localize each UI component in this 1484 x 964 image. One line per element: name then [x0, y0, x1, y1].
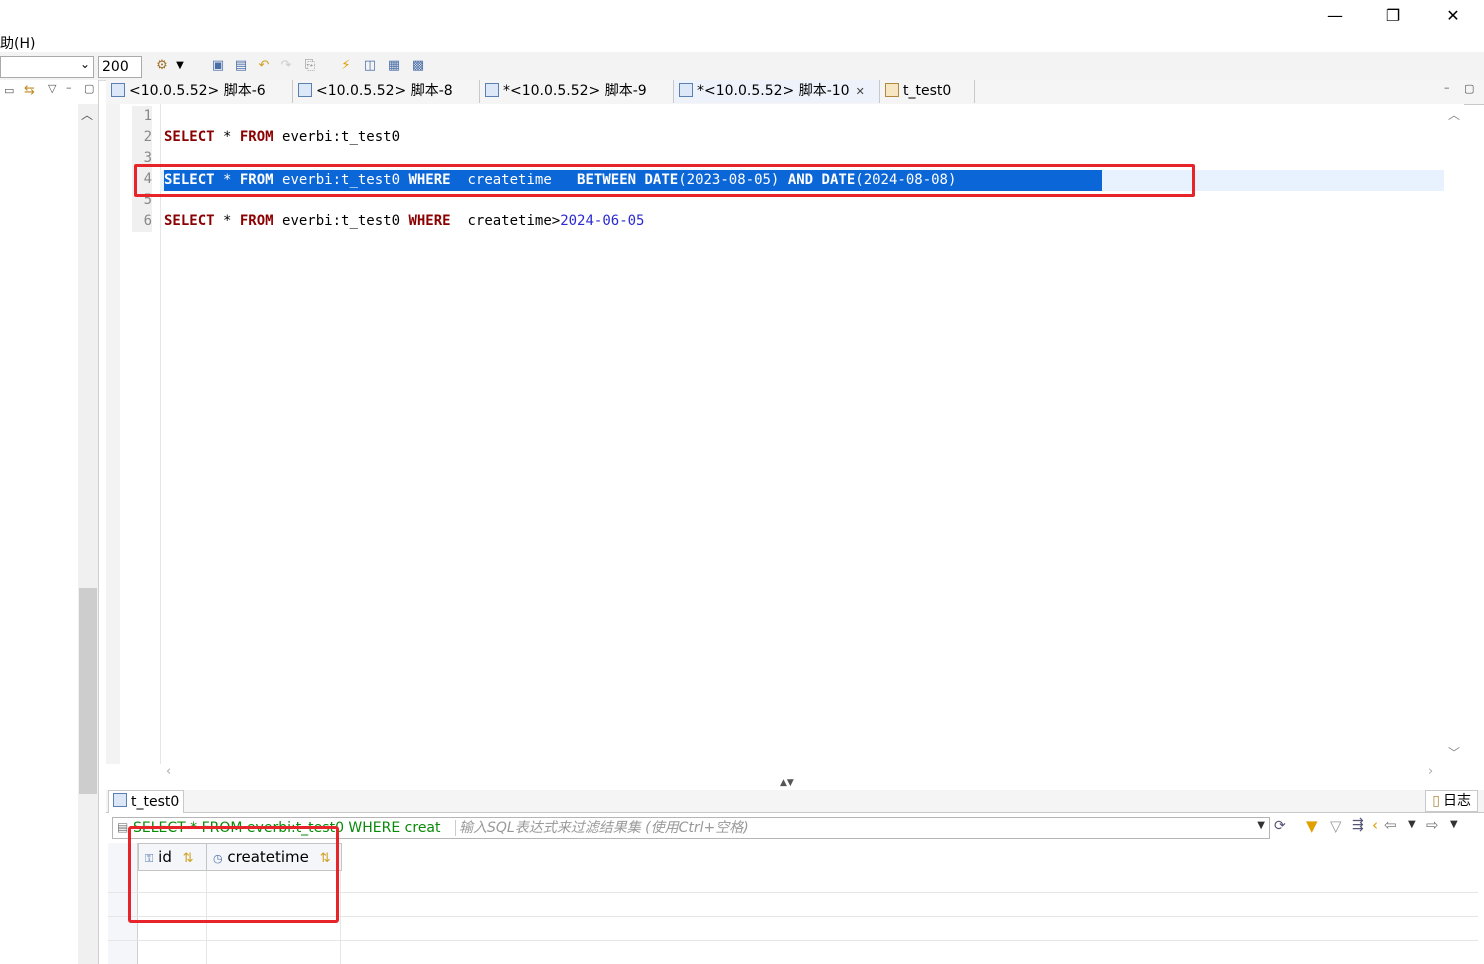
minimize-button[interactable]: —	[1306, 0, 1364, 30]
code-line-2[interactable]: SELECT * FROM everbi:t_test0	[164, 127, 400, 148]
chevron-down-icon[interactable]: ▼	[1408, 819, 1416, 830]
left-scrollbar[interactable]: ︿	[78, 104, 98, 964]
script-icon	[298, 83, 312, 97]
keyword: SELECT	[164, 213, 215, 229]
chevron-down-icon[interactable]: ▼	[172, 58, 188, 74]
close-button[interactable]: ✕	[1424, 0, 1482, 30]
document-icon: ▤	[117, 820, 129, 834]
scroll-up-icon[interactable]: ︿	[81, 106, 93, 123]
code-text: *	[214, 129, 240, 145]
link-icon[interactable]: ⇆	[24, 83, 35, 98]
tab-label: <10.0.5.52> 脚本-8	[316, 83, 453, 99]
collapse-icon[interactable]: ▭	[4, 84, 14, 97]
splitter-arrows-icon[interactable]: ▲▼	[780, 778, 794, 788]
restore-button[interactable]: ❐	[1364, 0, 1422, 30]
paste-icon[interactable]: ⎘	[302, 58, 318, 74]
tab-script-8[interactable]: <10.0.5.52> 脚本-8	[293, 80, 480, 103]
save-icon[interactable]: ▣	[210, 58, 226, 74]
filter-icon[interactable]: ▼	[1306, 817, 1318, 835]
log-icon: ▯	[1432, 793, 1440, 809]
keyword: SELECT	[164, 129, 215, 145]
menubar: 助(H)	[0, 30, 1484, 52]
connection-select[interactable]: ⌄	[0, 56, 94, 78]
code-text: everbi:t_test0	[273, 213, 409, 229]
table-icon	[885, 83, 899, 97]
line-number: 2	[132, 127, 152, 148]
tab-script-10[interactable]: *<10.0.5.52> 脚本-10 ✕	[674, 80, 880, 103]
close-tab-icon[interactable]: ✕	[856, 85, 865, 98]
log-button[interactable]: ▯ 日志	[1425, 790, 1478, 812]
chevron-down-icon: ⌄	[79, 57, 90, 71]
tab-label: *<10.0.5.52> 脚本-9	[503, 83, 647, 99]
grid-icon[interactable]: ▩	[410, 58, 426, 74]
row-limit-value: 200	[102, 59, 129, 75]
grid-col-line	[340, 869, 341, 964]
scroll-left-icon[interactable]: ‹	[166, 764, 171, 779]
chevron-down-icon[interactable]: ▼	[1450, 819, 1458, 830]
maximize-editor-icon[interactable]: ▢	[1464, 82, 1474, 95]
transform-icon[interactable]: ⇶	[1352, 817, 1364, 833]
scroll-right-icon[interactable]: ›	[1428, 764, 1433, 779]
tab-label: *<10.0.5.52> 脚本-10	[697, 83, 850, 99]
filter-placeholder: 输入SQL表达式来过滤结果集 (使用Ctrl+空格)	[459, 820, 749, 836]
editor-vertical-scrollbar[interactable]: ︿ ﹀	[1444, 104, 1464, 764]
code-text: createtime>	[450, 213, 561, 229]
arrow-left-icon[interactable]: ⇦	[1384, 816, 1397, 834]
execute-icon[interactable]: ⚡	[338, 58, 354, 74]
tab-t-test0[interactable]: t_test0	[880, 80, 975, 103]
line-number: 1	[132, 106, 152, 127]
scroll-down-icon[interactable]: ﹀	[1448, 744, 1460, 761]
tab-label: t_test0	[903, 83, 952, 99]
code-text: *	[214, 213, 240, 229]
minimize-editor-icon[interactable]: –	[1444, 81, 1450, 94]
script-icon	[485, 83, 499, 97]
scroll-up-icon[interactable]: ︿	[1448, 106, 1460, 123]
arrow-right-icon[interactable]: ⇨	[1426, 816, 1439, 834]
code-text: everbi:t_test0	[273, 129, 401, 145]
results-tab-label: t_test0	[131, 794, 180, 810]
line-number: 6	[132, 211, 152, 232]
refresh-icon[interactable]: ⟳	[1274, 818, 1286, 834]
menu-help[interactable]: 助(H)	[0, 33, 35, 53]
script-icon	[679, 83, 693, 97]
tab-script-6[interactable]: <10.0.5.52> 脚本-6	[106, 80, 293, 103]
minimize-view-icon[interactable]: –	[66, 81, 72, 94]
panel-splitter[interactable]: ▲▼	[106, 778, 1484, 790]
view-menu-icon[interactable]: ▽	[48, 82, 56, 95]
explain-icon[interactable]: ◫	[362, 58, 378, 74]
number-literal: 2024-06-05	[560, 213, 645, 229]
commit-icon[interactable]: ↶	[256, 58, 272, 74]
chevron-down-icon[interactable]: ▼	[1257, 820, 1265, 831]
run-menu-icon[interactable]: ⚙	[154, 58, 170, 74]
back-icon[interactable]: ‹	[1372, 816, 1378, 834]
rollback-icon[interactable]: ↷	[278, 58, 294, 74]
keyword: WHERE	[408, 213, 451, 229]
table-icon	[113, 793, 127, 807]
editor-horizontal-scrollbar[interactable]: ‹ ›	[160, 764, 1444, 780]
tab-results-t-test0[interactable]: t_test0	[108, 790, 185, 813]
keyword: FROM	[239, 213, 274, 229]
tab-script-9[interactable]: *<10.0.5.52> 脚本-9	[480, 80, 674, 103]
code-line-6[interactable]: SELECT * FROM everbi:t_test0 WHERE creat…	[164, 211, 644, 232]
maximize-view-icon[interactable]: ▢	[84, 82, 94, 95]
sql-editor[interactable]	[106, 104, 1444, 764]
gutter-divider	[160, 104, 161, 764]
editor-gutter	[106, 104, 120, 764]
highlight-annotation	[128, 826, 339, 923]
grid-row-line	[108, 940, 1478, 941]
results-tabbar: t_test0 ▯ 日志	[106, 790, 1484, 813]
highlight-annotation	[134, 164, 1195, 197]
clear-filter-icon[interactable]: ▽	[1330, 817, 1342, 835]
left-scrollbar-thumb[interactable]	[79, 588, 97, 794]
keyword: FROM	[239, 129, 274, 145]
toolbar: ⌄ 200 ⚙ ▼ ▣ ▤ ↶ ↷ ⎘ ⚡ ◫ ▦ ▩	[0, 52, 1484, 81]
editor-tabbar: <10.0.5.52> 脚本-6 <10.0.5.52> 脚本-8 *<10.0…	[106, 80, 1484, 105]
tab-label: <10.0.5.52> 脚本-6	[129, 83, 266, 99]
log-label: 日志	[1443, 793, 1471, 809]
filter-separator	[455, 820, 456, 836]
script-icon	[111, 83, 125, 97]
save-as-icon[interactable]: ▤	[233, 58, 249, 74]
row-limit-input[interactable]: 200	[98, 56, 142, 78]
export-icon[interactable]: ▦	[386, 58, 402, 74]
